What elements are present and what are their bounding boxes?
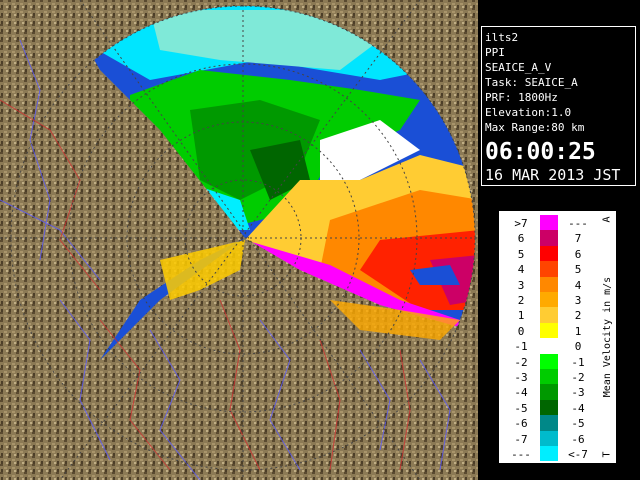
legend-right-label: <-7 — [568, 448, 588, 461]
legend-title-wrap: Mean Velocity in m/s — [602, 262, 615, 412]
legend-swatch — [540, 261, 558, 277]
legend-title: Mean Velocity in m/s — [602, 276, 613, 398]
max-range-value: Max Range:80 km — [485, 121, 585, 134]
scan-time: 06:00:25 — [485, 139, 596, 165]
legend-swatch — [540, 230, 558, 246]
prf-value: PRF: 1800Hz — [485, 91, 558, 104]
legend-swatch — [540, 446, 558, 462]
elevation-value: Elevation:1.0 — [485, 106, 572, 119]
legend-swatch — [540, 245, 558, 262]
legend-left-label: --- — [511, 448, 531, 461]
legend-swatch — [540, 322, 558, 339]
legend-swatch — [540, 384, 558, 400]
legend-corner-bottom: T — [601, 451, 613, 458]
legend-swatch — [540, 292, 558, 308]
product-name: SEAICE_A_V — [485, 61, 552, 74]
legend-swatch — [540, 215, 558, 231]
legend-swatch — [540, 276, 558, 292]
legend-swatch — [540, 430, 558, 446]
scan-type: PPI — [485, 46, 505, 59]
scan-info-box: ilts2 PPI SEAICE_A_V Task: SEAICE_A PRF:… — [481, 26, 636, 186]
legend-swatch — [540, 415, 558, 431]
scan-date: 16 MAR 2013 JST — [485, 166, 621, 184]
legend-swatch — [540, 369, 558, 385]
site-name: ilts2 — [485, 31, 519, 44]
velocity-legend: A >7 --- 6 7 5 6 4 5 3 4 2 3 1 2 0 1 -1 0 -2 -1 -3 -2 -4 -3 -5 -4… — [499, 211, 616, 463]
legend-swatch — [540, 399, 558, 416]
task-name: Task: SEAICE_A — [485, 76, 578, 89]
legend-swatch — [540, 338, 558, 354]
legend-swatch — [540, 307, 558, 323]
legend-swatch — [540, 353, 558, 369]
legend-row: --- <-7 — [500, 446, 610, 463]
